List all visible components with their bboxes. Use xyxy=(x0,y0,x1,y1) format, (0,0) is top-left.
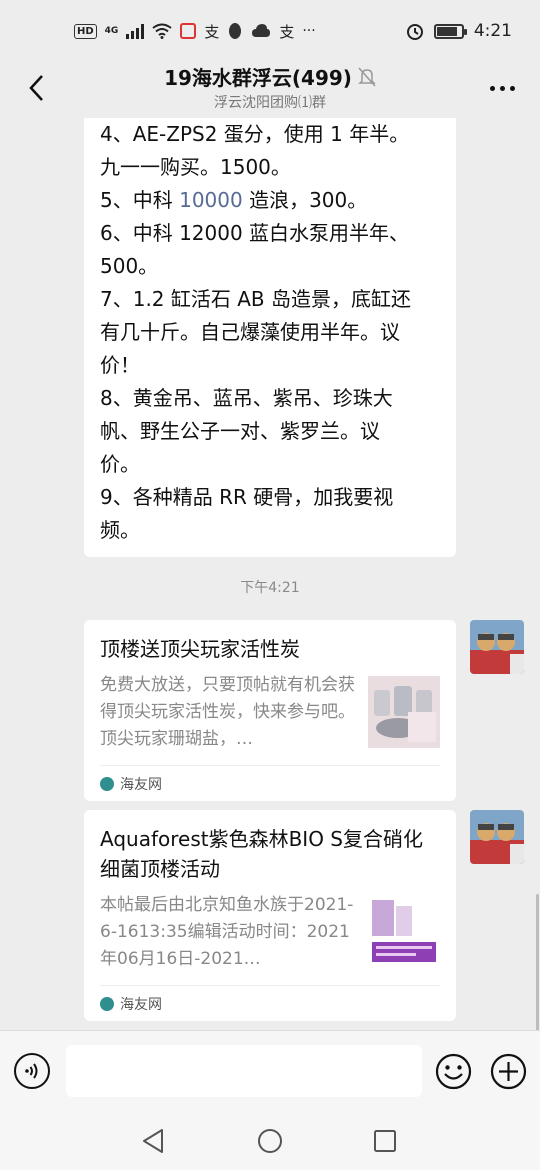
hd-icon: HD xyxy=(74,23,97,39)
chat-subtitle: 浮云沈阳团购⑴群 xyxy=(214,95,326,111)
network-type: 4G xyxy=(104,26,119,36)
message-line: 4、AE-ZPS2 蛋分，使用 1 年半。 xyxy=(100,122,410,146)
message-line: 5、中科 10000 造浪，300。 xyxy=(100,188,368,212)
message-line: 价。 xyxy=(100,452,140,476)
chat-title: 19海水群浮云(499) xyxy=(0,62,540,91)
input-bar xyxy=(0,1030,540,1112)
scrollbar[interactable] xyxy=(536,894,539,1030)
status-bar: HD 4G 支 支 ··· 4:21 xyxy=(0,0,540,62)
card-description: 免费大放送，只要顶帖就有机会获得顶尖玩家活性炭，快来参与吧。顶尖玩家珊瑚盐，… xyxy=(100,675,355,749)
voice-icon xyxy=(25,1063,38,1079)
message-line: 有几十斤。自己爆藻使用半年。议 xyxy=(100,320,400,344)
text-message-bubble[interactable]: 4、AE-ZPS2 蛋分，使用 1 年半。 九一一购买。1500。 5、中科 1… xyxy=(84,118,456,557)
system-nav-bar xyxy=(0,1112,540,1170)
wifi-icon xyxy=(152,23,172,39)
card-source-name: 海友网 xyxy=(120,996,162,1013)
source-logo-icon xyxy=(100,776,114,791)
avatar[interactable] xyxy=(470,810,524,864)
square-recent-icon xyxy=(374,1130,396,1152)
signal-icon xyxy=(126,23,145,39)
card-thumbnail xyxy=(368,676,440,748)
circle-home-icon xyxy=(258,1129,282,1153)
plus-icon[interactable] xyxy=(490,1053,527,1090)
link-card[interactable]: Aquaforest紫色森林BIO S复合硝化细菌顶楼活动 本帖最后由北京知鱼水… xyxy=(84,810,456,1021)
source-logo-icon xyxy=(100,996,114,1011)
alarm-icon xyxy=(406,24,423,40)
wechat-pay-icon-2: 支 xyxy=(279,22,295,41)
message-line: 九一一购买。1500。 xyxy=(100,155,291,179)
battery-icon xyxy=(433,23,467,39)
chat-title-text: 19海水群浮云(499) xyxy=(164,66,352,90)
more-dots-icon xyxy=(489,85,495,91)
card-source: 海友网 xyxy=(100,765,440,801)
card-source-name: 海友网 xyxy=(120,776,162,793)
link-card[interactable]: 顶楼送顶尖玩家活性炭 免费大放送，只要顶帖就有机会获得顶尖玩家活性炭，快来参与吧… xyxy=(84,620,456,801)
wechat-pay-icon: 支 xyxy=(204,22,220,41)
more-button[interactable] xyxy=(484,70,520,106)
cloud-icon xyxy=(252,24,271,37)
card-title: 顶楼送顶尖玩家活性炭 xyxy=(100,637,300,661)
bell-off-icon xyxy=(358,67,376,87)
message-line: 价！ xyxy=(100,353,140,377)
triangle-back-icon xyxy=(143,1129,163,1153)
message-line: 频。 xyxy=(100,518,140,542)
message-line: 6、中科 12000 蓝白水泵用半年、 xyxy=(100,221,410,245)
card-source: 海友网 xyxy=(100,985,440,1021)
message-input[interactable] xyxy=(66,1045,422,1097)
chat-header: 19海水群浮云(499) 浮云沈阳团购⑴群 xyxy=(0,62,540,118)
message-line: 500。 xyxy=(100,254,159,278)
message-line: 帆、野生公子一对、紫罗兰。议 xyxy=(100,419,380,443)
message-line: 7、1.2 缸活石 AB 岛造景，底缸还 xyxy=(100,287,412,311)
nav-home-button[interactable] xyxy=(255,1126,285,1156)
voice-button[interactable] xyxy=(14,1053,50,1089)
avatar[interactable] xyxy=(470,620,524,674)
more-notifications: ··· xyxy=(302,23,316,39)
card-thumbnail xyxy=(368,896,440,968)
message-list[interactable]: 4、AE-ZPS2 蛋分，使用 1 年半。 九一一购买。1500。 5、中科 1… xyxy=(0,118,540,1030)
card-title: Aquaforest紫色森林BIO S复合硝化细菌顶楼活动 xyxy=(100,827,423,881)
emoji-icon[interactable] xyxy=(435,1053,472,1090)
app-notification-icon xyxy=(180,23,197,39)
nav-back-button[interactable] xyxy=(138,1126,168,1156)
number-link[interactable]: 10000 xyxy=(179,188,243,212)
qq-penguin-icon xyxy=(229,23,242,39)
message-line: 9、各种精品 RR 硬骨，加我要视 xyxy=(100,485,394,509)
message-timestamp: 下午4:21 xyxy=(240,580,300,596)
nav-recent-button[interactable] xyxy=(370,1126,400,1156)
message-line: 8、黄金吊、蓝吊、紫吊、珍珠大 xyxy=(100,386,393,410)
status-time: 4:21 xyxy=(473,21,512,41)
card-description: 本帖最后由北京知鱼水族于2021-6-1613:35编辑活动时间：2021年06… xyxy=(100,895,354,969)
